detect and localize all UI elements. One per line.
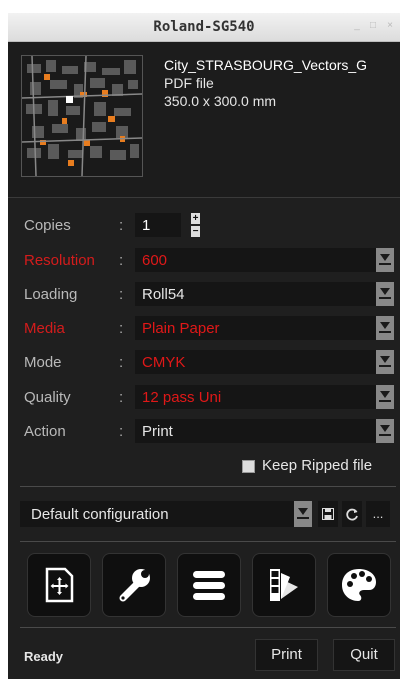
quality-label: Quality — [24, 389, 71, 406]
dropdown-arrow-icon[interactable] — [294, 501, 312, 527]
quality-value: 12 pass Uni — [142, 389, 222, 406]
loading-label: Loading — [24, 286, 78, 303]
save-icon[interactable] — [318, 501, 338, 527]
mode-label: Mode — [24, 354, 62, 371]
media-dropdown[interactable]: Plain Paper — [135, 316, 394, 340]
print-button[interactable]: Print — [256, 640, 317, 670]
media-value: Plain Paper — [142, 320, 220, 337]
palette-icon — [342, 569, 376, 601]
more-options-button[interactable]: ... — [366, 501, 390, 527]
file-name: City_STRASBOURG_Vectors_G — [164, 57, 368, 73]
add-file-icon — [45, 567, 74, 603]
decrement-icon[interactable]: − — [191, 226, 200, 237]
map-thumbnail-image — [22, 56, 142, 176]
window-title: Roland-SG540 — [153, 19, 255, 35]
increment-icon[interactable]: + — [191, 213, 200, 224]
maximize-button[interactable]: □ — [367, 20, 379, 32]
action-dropdown[interactable]: Print — [135, 419, 394, 443]
file-info-panel: City_STRASBOURG_Vectors_G PDF file 350.0… — [8, 42, 400, 198]
copies-value: 1 — [142, 217, 151, 234]
media-label: Media — [24, 320, 65, 337]
minimize-button[interactable]: _ — [351, 20, 363, 32]
color-palette-button[interactable] — [328, 554, 390, 616]
mode-dropdown[interactable]: CMYK — [135, 350, 394, 374]
color-swatches-button[interactable] — [253, 554, 315, 616]
copies-field[interactable]: 1 — [135, 213, 181, 237]
quality-colon: : — [119, 389, 124, 406]
action-colon: : — [119, 423, 124, 440]
city-map-thumbnail — [21, 55, 143, 177]
dropdown-arrow-icon[interactable] — [376, 316, 394, 340]
loading-colon: : — [119, 286, 124, 303]
add-file-button[interactable] — [28, 554, 90, 616]
title-bar[interactable]: Roland-SG540 _ □ × — [8, 13, 400, 42]
resolution-value: 600 — [142, 252, 168, 269]
app-window: Roland-SG540 _ □ × City_STRASBOURG_Vecto… — [8, 13, 400, 679]
media-colon: : — [119, 320, 124, 337]
divider — [20, 541, 396, 542]
dropdown-arrow-icon[interactable] — [376, 282, 394, 306]
status-text: Ready — [24, 649, 64, 664]
configuration-dropdown[interactable]: Default configuration — [20, 501, 312, 527]
action-label: Action — [24, 423, 66, 440]
dropdown-arrow-icon[interactable] — [376, 350, 394, 374]
quality-dropdown[interactable]: 12 pass Uni — [135, 385, 394, 409]
queue-button[interactable] — [178, 554, 240, 616]
copies-label: Copies — [24, 217, 71, 234]
loading-dropdown[interactable]: Roll54 — [135, 282, 394, 306]
keep-ripped-checkbox[interactable] — [242, 460, 255, 473]
menu-icon — [193, 571, 225, 600]
dropdown-arrow-icon[interactable] — [376, 385, 394, 409]
swatches-icon — [270, 569, 298, 601]
divider — [20, 486, 396, 487]
close-button[interactable]: × — [384, 20, 396, 32]
configuration-value: Default configuration — [31, 506, 169, 523]
action-value: Print — [142, 423, 173, 440]
refresh-icon[interactable] — [342, 501, 362, 527]
settings-button[interactable] — [103, 554, 165, 616]
keep-ripped-label: Keep Ripped file — [262, 457, 373, 474]
copies-colon: : — [119, 217, 124, 234]
copies-stepper[interactable]: 1 + − — [135, 213, 200, 237]
file-dimensions: 350.0 x 300.0 mm — [164, 93, 277, 109]
resolution-colon: : — [119, 252, 124, 269]
divider — [20, 627, 396, 628]
wrench-icon — [119, 569, 150, 602]
resolution-dropdown[interactable]: 600 — [135, 248, 394, 272]
resolution-label: Resolution — [24, 252, 95, 269]
dropdown-arrow-icon[interactable] — [376, 248, 394, 272]
quit-button[interactable]: Quit — [334, 640, 394, 670]
mode-colon: : — [119, 354, 124, 371]
mode-value: CMYK — [142, 354, 186, 371]
loading-value: Roll54 — [142, 286, 185, 303]
file-type: PDF file — [164, 75, 214, 91]
dropdown-arrow-icon[interactable] — [376, 419, 394, 443]
